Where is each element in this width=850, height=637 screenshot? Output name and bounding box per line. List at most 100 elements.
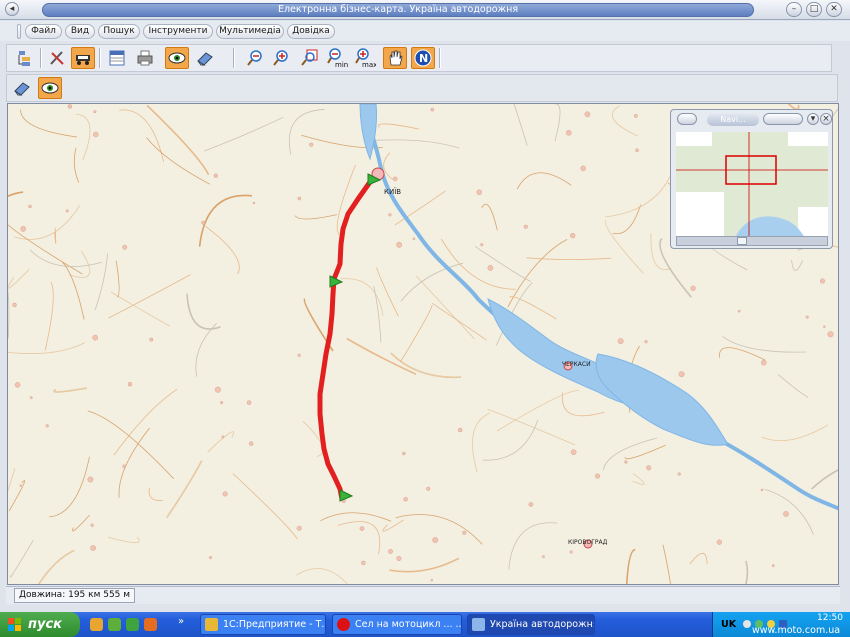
settlement-dot [67, 104, 73, 109]
print-button[interactable] [133, 47, 157, 69]
quicklaunch-more-icon[interactable]: » [178, 616, 191, 629]
zoom-max-label: max [362, 61, 376, 68]
minimize-button[interactable]: – [786, 2, 802, 17]
zoom-in-button[interactable] [269, 47, 293, 69]
eye-button[interactable] [165, 47, 189, 69]
maximize-button[interactable]: □ [806, 2, 822, 17]
overview-dropdown[interactable] [763, 113, 803, 125]
settlement-dot [20, 226, 27, 232]
settlement-dot [93, 131, 99, 138]
settlement-dot [396, 241, 403, 248]
task-map-app[interactable]: Україна автодорожня [467, 614, 595, 635]
settlement-dot [677, 472, 681, 476]
overview-map-canvas[interactable] [676, 132, 828, 236]
layers-button[interactable] [13, 47, 37, 69]
table-button[interactable] [105, 47, 129, 69]
zoom-min-label: min [335, 61, 348, 68]
overview-collapse-button[interactable] [677, 113, 697, 125]
settlement-dot [476, 189, 482, 196]
windows-logo-icon [8, 618, 21, 631]
settlement-dot [65, 209, 69, 213]
north-button[interactable]: N [411, 47, 435, 69]
menu-bar: Файл Вид Пошук Інструменти Мультимедіа Д… [0, 21, 850, 41]
settlement-dot [580, 165, 586, 172]
zoom-out-icon [247, 50, 262, 66]
clock[interactable]: 12:50 [817, 613, 843, 623]
settlement-dot [570, 449, 577, 456]
settlement-dot [296, 525, 302, 531]
task-label: Сел на мотоцикл ... ... [355, 619, 462, 630]
settlement-dot [403, 497, 408, 502]
toolbar-separator [40, 48, 42, 68]
settlement-dot [634, 114, 638, 118]
firefox-icon[interactable] [144, 618, 157, 631]
menu-multimedia[interactable]: Мультимедіа [216, 24, 284, 39]
settlement-dot [246, 400, 252, 405]
menu-file[interactable]: Файл [25, 24, 62, 39]
settlement-dot [595, 473, 601, 479]
settlement-dot [432, 537, 439, 543]
overview-menu-button[interactable]: ▾ [807, 113, 819, 125]
settlement-dot [149, 337, 154, 342]
settlement-dot [402, 451, 406, 456]
settlement-dot [90, 545, 96, 551]
zoom-max-button[interactable]: max [353, 47, 377, 69]
overview-close-button[interactable]: × [820, 113, 832, 125]
zoom-max-icon: max [355, 48, 376, 68]
settlement-dot [569, 550, 573, 554]
menu-help[interactable]: Довідка [287, 24, 335, 39]
settlement-dot [28, 204, 32, 209]
zoom-out-button[interactable] [243, 47, 267, 69]
system-menu-button[interactable]: ◂ [5, 2, 19, 16]
settlement-dot [122, 464, 126, 469]
overview-map[interactable] [676, 132, 828, 236]
zoom-window-button[interactable] [297, 47, 321, 69]
close-button[interactable]: ✕ [826, 2, 842, 17]
north-icon: N [414, 49, 432, 67]
settlement-dot [248, 441, 254, 446]
eye-icon [168, 52, 186, 64]
eraser-button[interactable] [193, 47, 217, 69]
quicklaunch-icon-2[interactable] [108, 618, 121, 631]
overview-blank-area [676, 132, 712, 146]
task-opera[interactable]: Сел на мотоцикл ... ... [332, 614, 462, 635]
quicklaunch-icon-3[interactable] [126, 618, 139, 631]
city-label-kirovohrad: КІРОВОГРАД [568, 539, 608, 546]
settlement-dot [201, 220, 206, 225]
language-indicator[interactable]: UK [721, 619, 736, 630]
map-app-icon [472, 618, 485, 631]
start-button[interactable]: пуск [0, 612, 80, 637]
overview-scrollbar[interactable] [676, 236, 828, 246]
settlement-dot [92, 334, 98, 341]
settlement-dot [222, 491, 228, 497]
overview-scroll-thumb[interactable] [737, 237, 747, 245]
zoom-min-icon: min [327, 48, 348, 68]
overview-blank-area [798, 207, 828, 236]
menu-tools[interactable]: Інструменти [143, 24, 213, 39]
settlement-dot [297, 196, 302, 201]
overview-panel[interactable]: Navi... ▾ × [670, 109, 833, 249]
settlement-dot [361, 560, 366, 566]
quicklaunch-icon-1[interactable] [90, 618, 103, 631]
eraser-icon [14, 82, 30, 96]
task-1c[interactable]: 1С:Предприятие - Т... [200, 614, 326, 635]
settlement-dot [426, 486, 431, 491]
settlement-dot [430, 107, 435, 112]
overview-title: Navi... [707, 114, 759, 126]
zoom-min-button[interactable]: min [325, 47, 349, 69]
eraser-button-2[interactable] [10, 77, 34, 99]
taskbar: пуск » 1С:Предприятие - Т... Сел на мото… [0, 612, 850, 637]
settlement-dot [570, 233, 576, 239]
settlement-dot [678, 371, 685, 378]
pan-button[interactable] [383, 47, 407, 69]
eye-button-2[interactable] [38, 77, 62, 99]
settlement-dot [213, 173, 218, 178]
menu-view[interactable]: Вид [65, 24, 95, 39]
settlement-dot [396, 556, 402, 562]
vehicle-button[interactable] [71, 47, 95, 69]
settlement-dot [388, 213, 392, 217]
tools-button[interactable] [45, 47, 69, 69]
tray-icon-1[interactable] [743, 620, 751, 628]
menu-search[interactable]: Пошук [98, 24, 140, 39]
settlement-dot [252, 201, 256, 205]
